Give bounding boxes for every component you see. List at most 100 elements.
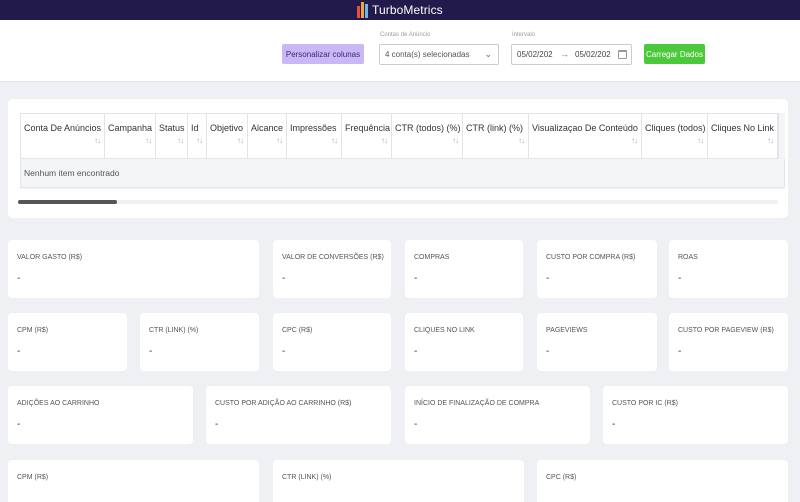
- sort-icon[interactable]: ↑↓: [518, 136, 525, 145]
- sort-icon[interactable]: ↑↓: [697, 136, 704, 145]
- column-header[interactable]: CTR (link) (%) ↑↓: [463, 114, 529, 158]
- metric-card: VALOR GASTO (R$) -: [8, 240, 259, 298]
- calendar-icon[interactable]: [618, 50, 627, 59]
- data-table: Conta De Anúncios ↑↓ Campanha ↑↓ Status ↑↓ Id ↑…: [20, 113, 785, 189]
- column-header[interactable]: CTR (todos) (%) ↑↓: [392, 114, 463, 158]
- column-header-label: Status: [159, 123, 185, 133]
- column-header[interactable]: Cliques (todos) ↑↓: [642, 114, 708, 158]
- metric-card: VALOR DE CONVERSÕES (R$) -: [273, 240, 391, 298]
- sort-icon[interactable]: ↑↓: [331, 136, 338, 145]
- sort-icon[interactable]: ↑↓: [381, 136, 388, 145]
- metric-card: CTR (LINK) (%): [273, 460, 524, 502]
- metric-title: CPM (R$): [17, 474, 49, 481]
- arrow-right-icon: →: [560, 49, 569, 59]
- column-header-label: Visualizaçao De Conteúdo: [532, 123, 638, 133]
- metric-value: -: [678, 346, 682, 357]
- metric-title: CPM (R$): [17, 327, 49, 334]
- top-bar: TurboMetrics: [0, 0, 800, 20]
- sort-icon[interactable]: ↑↓: [452, 136, 459, 145]
- column-header[interactable]: Campanha ↑↓: [105, 114, 156, 158]
- horizontal-scrollbar[interactable]: [18, 200, 778, 204]
- metric-value: -: [414, 273, 418, 284]
- column-header[interactable]: Visualizaçao De Conteúdo ↑↓: [529, 114, 642, 158]
- column-header[interactable]: Id ↑↓: [188, 114, 207, 158]
- metric-value: -: [612, 419, 616, 430]
- metric-title: CTR (LINK) (%): [149, 327, 199, 334]
- scrollbar-thumb[interactable]: [18, 200, 117, 204]
- brand[interactable]: TurboMetrics: [357, 0, 443, 20]
- load-data-button[interactable]: Carregar Dados: [644, 44, 705, 64]
- metric-title: ADIÇÕES AO CARRINHO: [17, 400, 100, 407]
- column-header-label: Alcance: [251, 123, 284, 133]
- metric-value: -: [414, 346, 418, 357]
- metric-title: PAGEVIEWS: [546, 327, 588, 334]
- column-header-label: Campanha: [108, 123, 153, 133]
- sort-icon[interactable]: ↑↓: [145, 136, 152, 145]
- column-header-label: CTR (todos) (%): [395, 123, 461, 133]
- metric-title: CUSTO POR COMPRA (R$): [546, 254, 636, 261]
- chevron-down-icon: ⌄: [484, 49, 492, 59]
- metric-title: CTR (LINK) (%): [282, 474, 332, 481]
- metric-title: VALOR GASTO (R$): [17, 254, 83, 261]
- sort-icon[interactable]: ↑↓: [276, 136, 283, 145]
- sort-icon[interactable]: ↑↓: [94, 136, 101, 145]
- sort-icon[interactable]: ↑↓: [631, 136, 638, 145]
- metric-value: -: [282, 346, 286, 357]
- column-header-label: Id: [191, 123, 199, 133]
- filter-bar: Personalizar colunas Contas de Anúncio 4…: [0, 20, 800, 82]
- metric-card: INÍCIO DE FINALIZAÇÃO DE COMPRA -: [405, 386, 590, 444]
- date-start-input[interactable]: 05/02/202: [517, 50, 553, 59]
- metric-title: ROAS: [678, 254, 698, 261]
- column-header[interactable]: Frequência ↑↓: [342, 114, 392, 158]
- metric-title: CUSTO POR PAGEVIEW (R$): [678, 327, 774, 334]
- column-header-label: Cliques No Link: [711, 123, 775, 133]
- metric-value: -: [17, 273, 21, 284]
- metric-value: -: [414, 419, 418, 430]
- metric-card: COMPRAS -: [405, 240, 523, 298]
- metric-title: CUSTO POR ADIÇÃO AO CARRINHO (R$): [215, 400, 352, 407]
- column-header[interactable]: Alcance ↑↓: [248, 114, 287, 158]
- column-header[interactable]: Objetivo ↑↓: [207, 114, 248, 158]
- column-header[interactable]: Conta De Anúncios ↑↓: [21, 114, 105, 158]
- metric-title: CLIQUES NO LINK: [414, 327, 475, 334]
- metric-value: -: [17, 419, 21, 430]
- column-header-label: Cliques (todos): [645, 123, 706, 133]
- sort-icon[interactable]: ↑↓: [196, 136, 203, 145]
- column-header[interactable]: Impressões ↑↓: [287, 114, 342, 158]
- sort-icon[interactable]: ↑↓: [767, 136, 774, 145]
- column-header[interactable]: Status ↑↓: [156, 114, 188, 158]
- data-table-card: Conta De Anúncios ↑↓ Campanha ↑↓ Status ↑↓ Id ↑…: [8, 99, 788, 218]
- metric-value: -: [678, 273, 682, 284]
- app-title: TurboMetrics: [372, 3, 443, 17]
- metric-value: -: [282, 273, 286, 284]
- sort-icon[interactable]: ↑↓: [177, 136, 184, 145]
- metric-card: CTR (LINK) (%) -: [140, 313, 259, 371]
- column-header-label: Conta De Anúncios: [24, 123, 102, 133]
- logo-icon: [357, 2, 368, 18]
- accounts-select[interactable]: 4 conta(s) selecionadas ⌄: [379, 44, 499, 65]
- metric-title: COMPRAS: [414, 254, 450, 261]
- date-end-input[interactable]: 05/02/202: [575, 50, 611, 59]
- interval-label: Intervalo: [512, 32, 536, 38]
- metric-value: -: [17, 346, 21, 357]
- metric-value: -: [546, 346, 550, 357]
- metric-value: -: [546, 273, 550, 284]
- date-range-picker[interactable]: 05/02/202 → 05/02/202: [511, 44, 632, 65]
- sort-icon[interactable]: ↑↓: [237, 136, 244, 145]
- column-header[interactable]: Cliques No Link ↑↓: [708, 114, 778, 158]
- metric-card: CLIQUES NO LINK -: [405, 313, 523, 371]
- metric-card: CUSTO POR PAGEVIEW (R$) -: [669, 313, 788, 371]
- metric-title: CPC (R$): [546, 474, 577, 481]
- metric-title: VALOR DE CONVERSÕES (R$): [282, 254, 384, 261]
- metric-title: CPC (R$): [282, 327, 313, 334]
- column-header-label: Impressões: [290, 123, 337, 133]
- metric-card: CPC (R$) -: [273, 313, 391, 371]
- metric-card: PAGEVIEWS -: [537, 313, 657, 371]
- metric-card: ADIÇÕES AO CARRINHO -: [8, 386, 193, 444]
- metric-card: CUSTO POR IC (R$) -: [603, 386, 788, 444]
- column-header-label: Objetivo: [210, 123, 244, 133]
- customize-columns-button[interactable]: Personalizar colunas: [282, 44, 364, 64]
- empty-state-text: Nenhum item encontrado: [20, 159, 785, 188]
- metric-title: CUSTO POR IC (R$): [612, 400, 678, 407]
- metric-card: CUSTO POR ADIÇÃO AO CARRINHO (R$) -: [206, 386, 391, 444]
